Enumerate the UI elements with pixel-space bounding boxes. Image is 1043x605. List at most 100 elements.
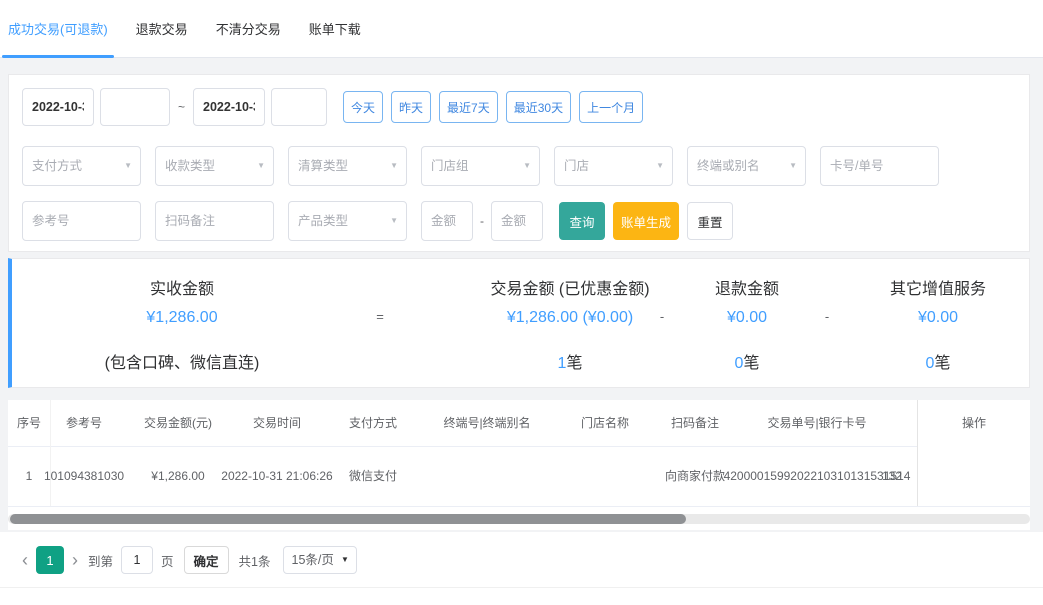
trade-count-number: 1	[557, 355, 567, 372]
store-select[interactable]: 门店 ▼	[554, 146, 673, 186]
settlement-type-select[interactable]: 清算类型 ▼	[288, 146, 407, 186]
received-amount-number: ¥1,286.00	[146, 309, 218, 326]
refund-amount-value: ¥0.00	[727, 309, 767, 327]
trade-amount-value: ¥1,286.00 (¥0.00)	[507, 309, 633, 327]
amount-max-input[interactable]	[491, 201, 543, 241]
reference-no-input[interactable]	[22, 201, 141, 241]
trade-discount-number: (¥0.00)	[582, 309, 634, 326]
received-amount-note: (包含口碑、微信直连)	[104, 355, 260, 372]
time-to-input[interactable]	[271, 88, 328, 126]
col-header-ref-no: 参考号	[65, 416, 103, 430]
other-services-count: 0笔	[926, 349, 951, 373]
trade-amount-number: ¥1,286.00	[506, 309, 579, 326]
other-services-count-unit: 笔	[934, 355, 951, 372]
bill-generate-button[interactable]: 账单生成	[613, 202, 679, 240]
transactions-table: 序号 参考号 交易金额(元) 交易时间 支付方式 终端号|终端别名 门店名称 扫…	[8, 400, 1030, 530]
date-filter-row: ~ 今天 昨天 最近7天 最近30天 上一个月	[9, 88, 1029, 126]
store-select-label: 门店	[564, 159, 590, 173]
goto-page-prefix: 到第	[88, 554, 114, 569]
prev-page-icon[interactable]: ‹	[16, 546, 34, 574]
tab-refund-transactions[interactable]: 退款交易	[136, 0, 188, 57]
quick-last30days-button[interactable]: 最近30天	[505, 91, 572, 123]
trade-count: 1笔	[558, 349, 583, 373]
cell-seq: 1	[25, 469, 33, 483]
total-count-label: 共1条	[238, 554, 271, 569]
store-group-select[interactable]: 门店组 ▼	[421, 146, 540, 186]
pay-method-select-label: 支付方式	[32, 159, 83, 173]
refund-count-unit: 笔	[743, 355, 760, 372]
cell-clipped-column: 132	[881, 469, 903, 483]
quick-lastmonth-button[interactable]: 上一个月	[579, 91, 644, 123]
reset-button[interactable]: 重置	[687, 202, 733, 240]
scan-remark-input[interactable]	[155, 201, 274, 241]
cell-scan-remark: 向商家付款	[664, 469, 726, 483]
product-type-select[interactable]: 产品类型 ▼	[288, 201, 407, 241]
select-filter-row: 支付方式 ▼ 收款类型 ▼ 清算类型 ▼ 门店组 ▼ 门店 ▼ 终端或别名 ▼ …	[9, 146, 1029, 186]
horizontal-scrollbar-thumb[interactable]	[10, 514, 686, 524]
page-size-label: 15条/页	[291, 553, 334, 567]
collection-type-select[interactable]: 收款类型 ▼	[155, 146, 274, 186]
row-divider	[8, 506, 1030, 507]
confirm-button[interactable]: 确定	[183, 546, 229, 574]
date-from-input[interactable]	[22, 88, 94, 126]
tab-unsettled-transactions[interactable]: 不清分交易	[216, 0, 281, 57]
product-type-select-label: 产品类型	[298, 214, 349, 228]
cell-ref-no: 101094381030	[43, 469, 125, 483]
date-to-input[interactable]	[193, 88, 266, 126]
operation-fixed-column: 操作	[917, 400, 1030, 506]
refund-amount-label: 退款金额	[714, 281, 780, 298]
col-header-pay-method: 支付方式	[348, 416, 398, 430]
terminal-alias-select-label: 终端或别名	[697, 159, 760, 173]
trade-count-unit: 笔	[566, 355, 583, 372]
tab-bill-download[interactable]: 账单下载	[309, 0, 361, 57]
refund-count-number: 0	[734, 355, 744, 372]
goto-page-input[interactable]	[121, 546, 154, 574]
horizontal-scrollbar-track[interactable]	[8, 514, 1030, 524]
trade-amount-label: 交易金额 (已优惠金额)	[490, 281, 650, 298]
cell-time: 2022-10-31 21:06:26	[221, 469, 333, 483]
col-header-amount: 交易金额(元)	[144, 416, 212, 430]
bottom-divider	[0, 587, 1043, 588]
pagination-bar: ‹ 1 › 到第 页 确定 共1条 15条/页 ▼	[0, 532, 1043, 588]
col-header-scan-remark: 扫码备注	[670, 416, 720, 430]
collection-type-select-label: 收款类型	[165, 159, 216, 173]
col-header-seq: 序号	[16, 416, 42, 430]
received-amount-value: ¥1,286.00	[146, 309, 217, 327]
minus-operator: -	[659, 309, 665, 324]
store-group-select-label: 门店组	[431, 159, 469, 173]
refund-amount-number: ¥0.00	[726, 309, 768, 326]
refund-count: 0笔	[735, 349, 760, 373]
chevron-down-icon: ▼	[523, 161, 531, 170]
date-range-separator: ~	[178, 100, 186, 114]
time-from-input[interactable]	[100, 88, 170, 126]
chevron-down-icon: ▼	[789, 161, 797, 170]
page-1-button[interactable]: 1	[36, 546, 64, 574]
pay-method-select[interactable]: 支付方式 ▼	[22, 146, 141, 186]
other-services-value: ¥0.00	[918, 309, 958, 327]
tab-success-refundable[interactable]: 成功交易(可退款)	[2, 0, 114, 58]
chevron-down-icon: ▼	[656, 161, 664, 170]
next-page-icon[interactable]: ›	[66, 546, 84, 574]
other-services-number: ¥0.00	[917, 309, 959, 326]
card-no-input[interactable]	[820, 146, 939, 186]
chevron-down-icon: ▼	[390, 216, 398, 225]
page-size-select[interactable]: 15条/页 ▼	[282, 546, 357, 574]
col-header-time: 交易时间	[252, 416, 302, 430]
chevron-down-icon: ▼	[257, 161, 265, 170]
chevron-down-icon: ▼	[340, 555, 349, 564]
quick-last7days-button[interactable]: 最近7天	[439, 91, 498, 123]
quick-today-button[interactable]: 今天	[343, 91, 384, 123]
other-services-label: 其它增值服务	[889, 281, 987, 298]
amount-min-input[interactable]	[421, 201, 473, 241]
col-header-store: 门店名称	[580, 416, 630, 430]
query-button[interactable]: 查询	[559, 202, 605, 240]
quick-yesterday-button[interactable]: 昨天	[391, 91, 432, 123]
minus-operator: -	[824, 309, 830, 324]
cell-amount: ¥1,286.00	[151, 469, 205, 483]
col-header-operation: 操作	[961, 416, 986, 430]
summary-panel: 实收金额 ¥1,286.00 (包含口碑、微信直连) = 交易金额 (已优惠金额…	[8, 258, 1030, 388]
terminal-alias-select[interactable]: 终端或别名 ▼	[687, 146, 806, 186]
tab-bar: 成功交易(可退款) 退款交易 不清分交易 账单下载	[0, 0, 1043, 58]
col-header-terminal: 终端号|终端别名	[443, 416, 531, 430]
other-services-count-number: 0	[925, 355, 935, 372]
